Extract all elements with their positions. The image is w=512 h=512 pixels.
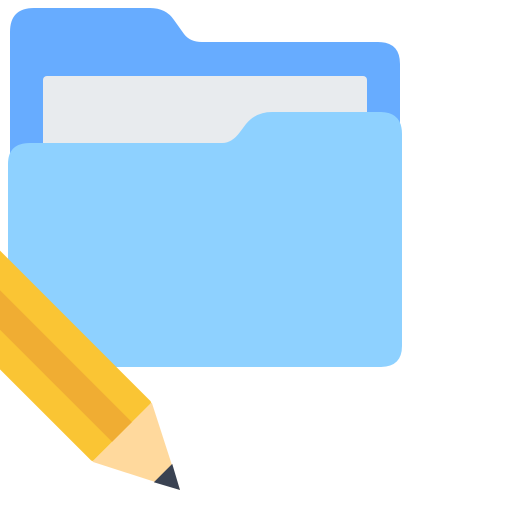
edit-folder-icon: [0, 0, 512, 512]
folder-icon: [8, 8, 402, 367]
edit-folder-graphic: [0, 8, 402, 490]
